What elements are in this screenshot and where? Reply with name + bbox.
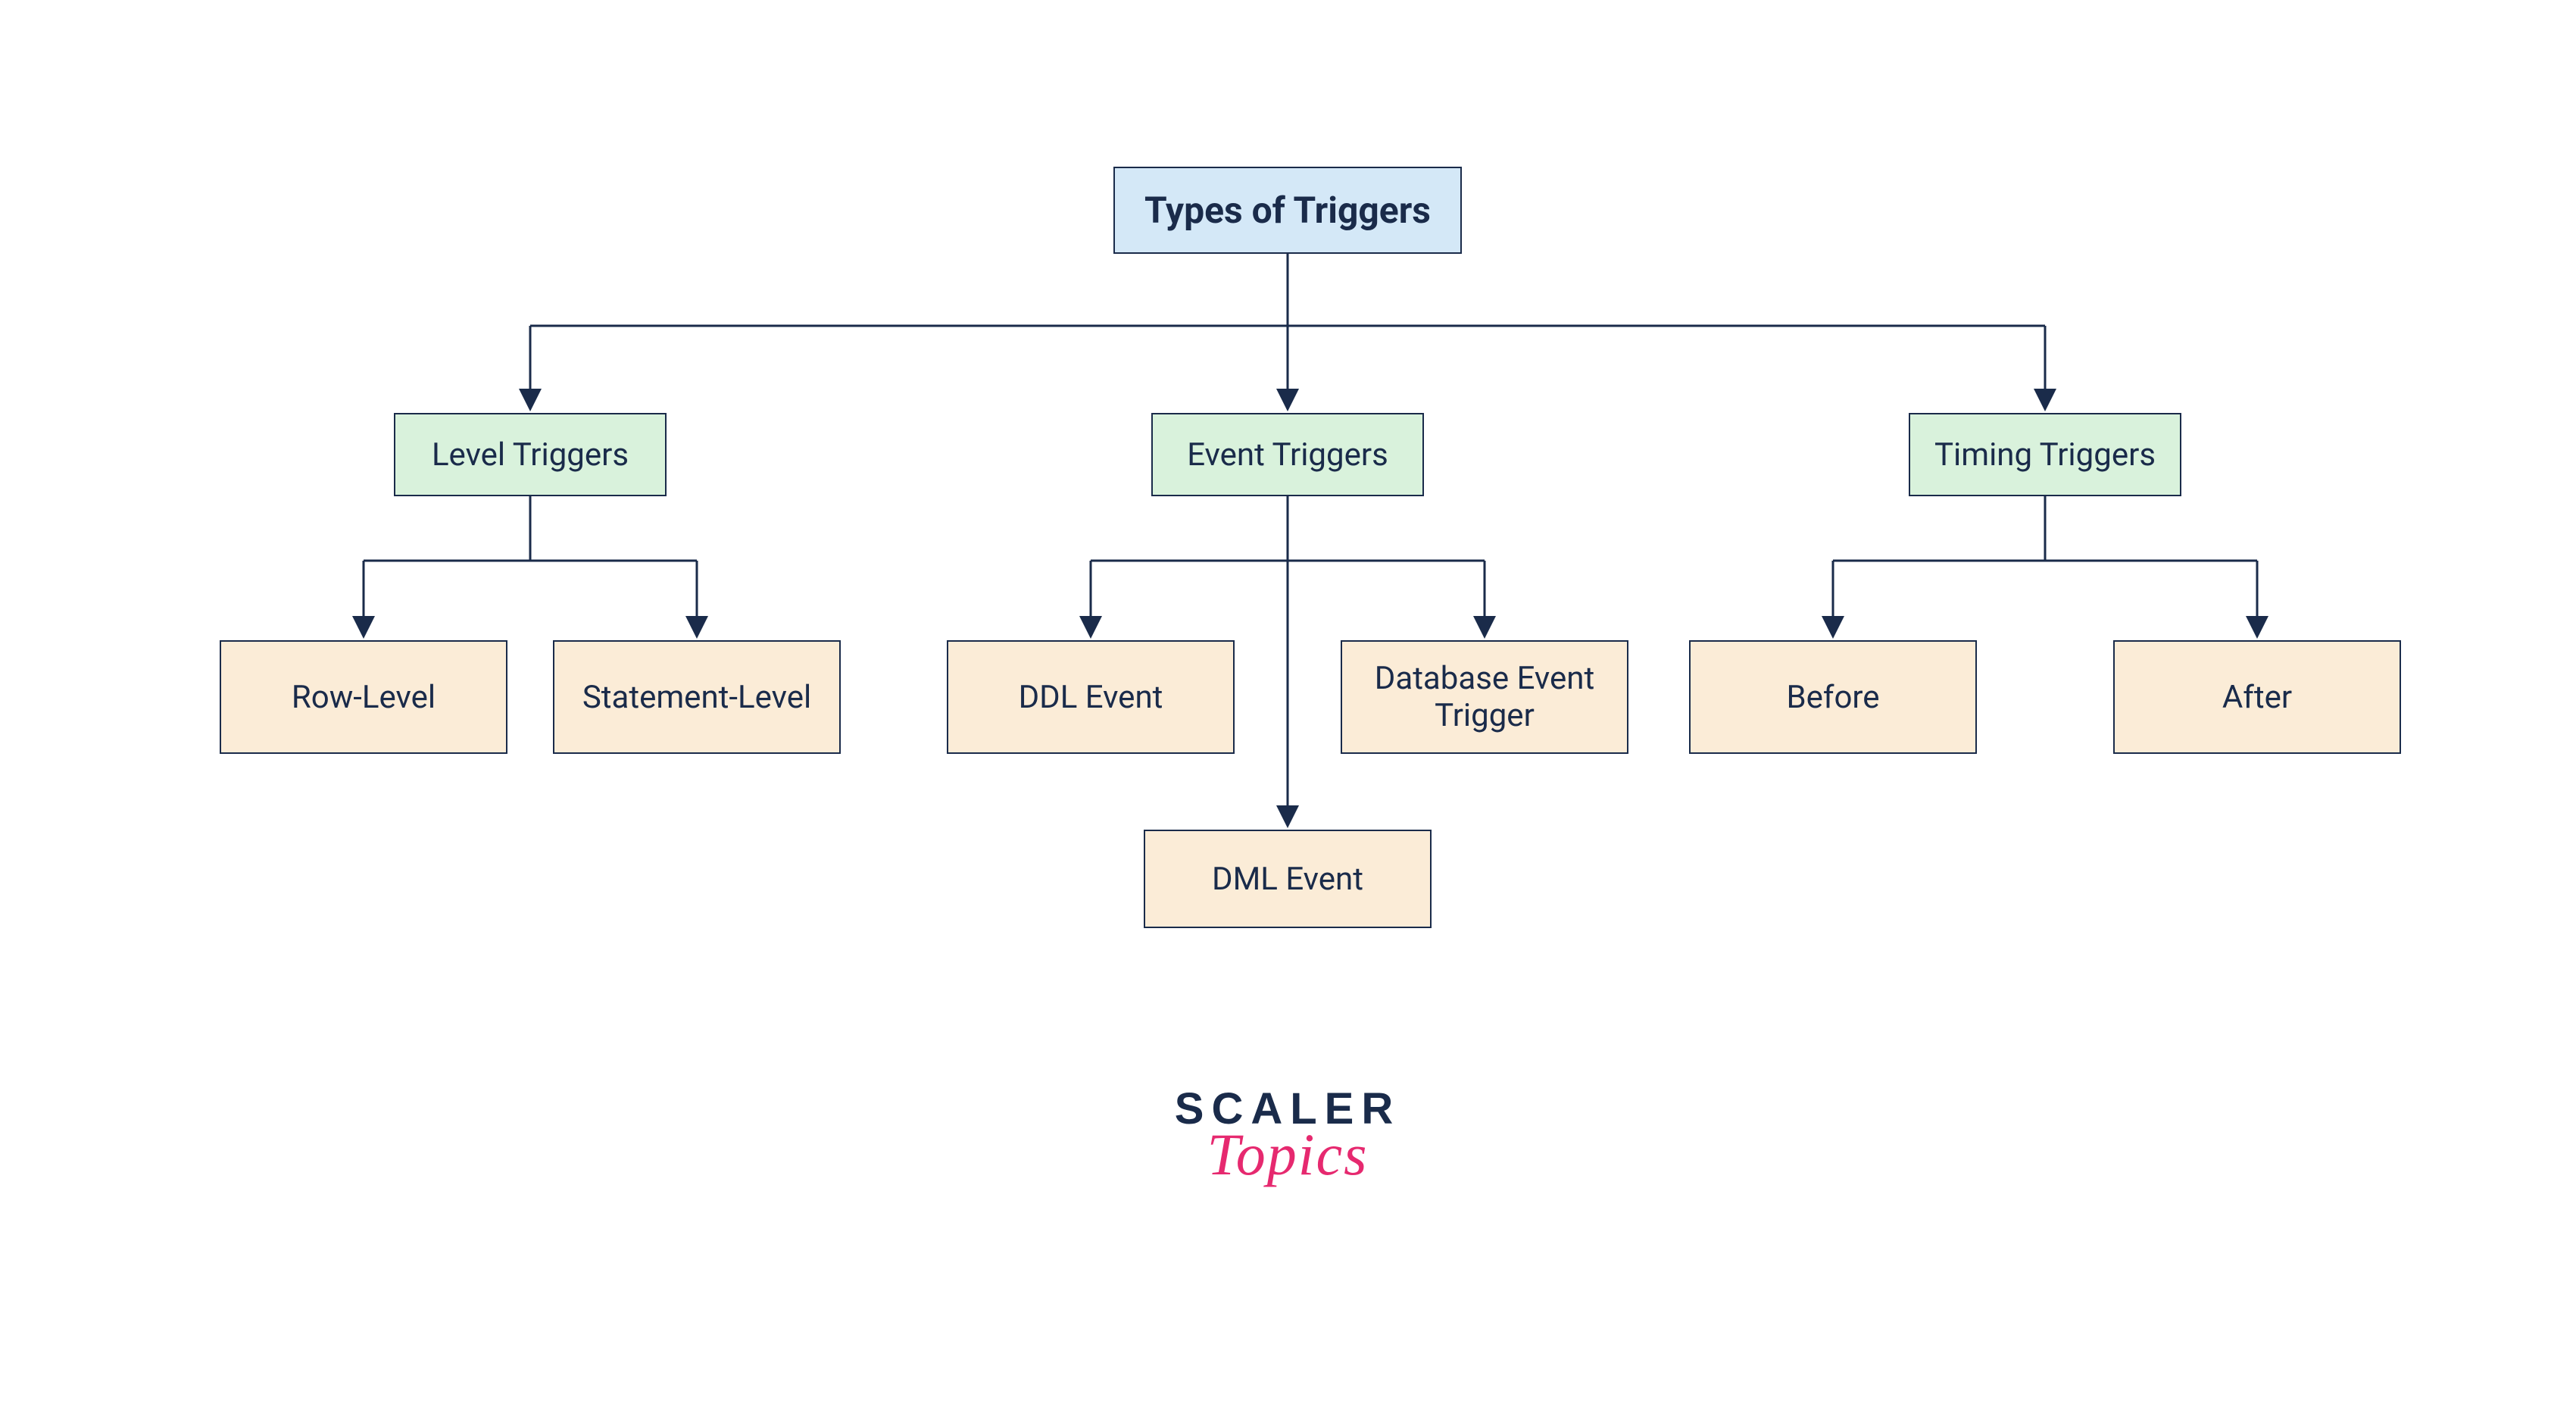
leaf-ddl-event: DDL Event bbox=[947, 640, 1235, 754]
leaf-before: Before bbox=[1689, 640, 1977, 754]
leaf-after: After bbox=[2113, 640, 2401, 754]
category-timing-triggers: Timing Triggers bbox=[1909, 413, 2181, 496]
trigger-types-diagram: Types of Triggers Level Triggers Event T… bbox=[0, 0, 2576, 1410]
leaf-dml-event: DML Event bbox=[1144, 830, 1432, 928]
leaf-database-event: Database Event Trigger bbox=[1341, 640, 1628, 754]
category-event-triggers: Event Triggers bbox=[1151, 413, 1424, 496]
category-level-triggers: Level Triggers bbox=[394, 413, 667, 496]
root-node: Types of Triggers bbox=[1113, 167, 1462, 254]
scaler-topics-logo: SCALER Topics bbox=[1151, 1083, 1424, 1189]
leaf-statement-level: Statement-Level bbox=[553, 640, 841, 754]
leaf-row-level: Row-Level bbox=[220, 640, 507, 754]
